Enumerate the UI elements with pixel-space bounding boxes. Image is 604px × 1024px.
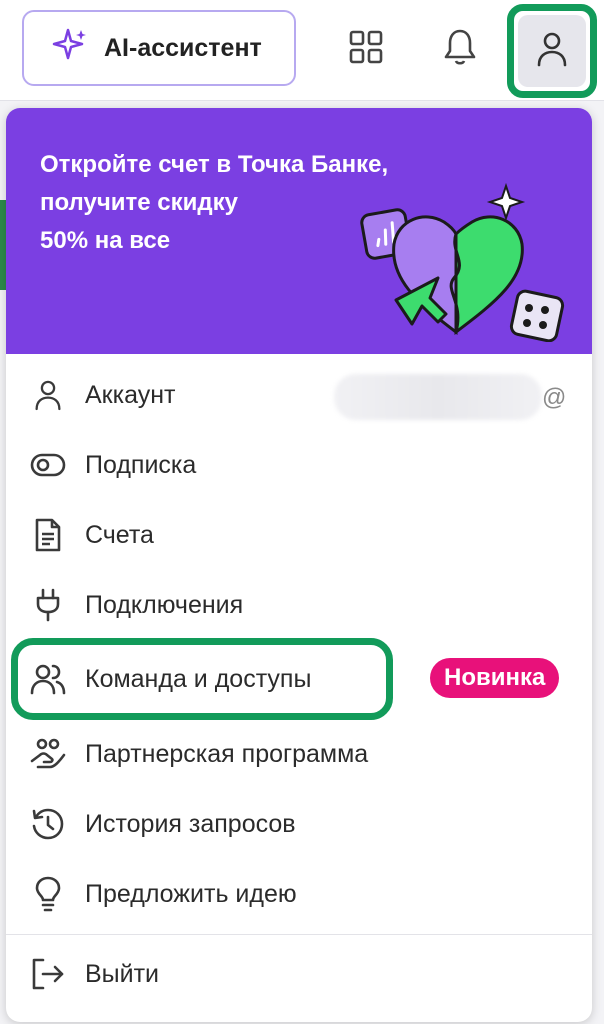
account-email-suffix: @	[542, 384, 567, 411]
subscription-toggle-icon	[28, 445, 68, 485]
user-icon	[28, 375, 68, 415]
sparkle-icon	[50, 26, 90, 71]
menu-item-partner-program[interactable]: Партнерская программа	[6, 722, 592, 786]
promo-banner[interactable]: Откройте счет в Точка Банке, получите ск…	[6, 108, 592, 354]
lightbulb-icon	[28, 874, 68, 914]
logout-icon	[28, 954, 68, 994]
menu-item-label: Команда и доступы	[85, 664, 312, 693]
menu-item-logout[interactable]: Выйти	[6, 942, 592, 1006]
menu-item-label: История запросов	[85, 809, 296, 838]
ai-assistant-button[interactable]: AI-ассистент	[22, 10, 296, 86]
menu-item-label: Аккаунт	[85, 380, 176, 409]
menu-item-label: Подключения	[85, 590, 244, 619]
promo-line-1: Откройте счет в Точка Банке,	[40, 151, 389, 178]
partner-handshake-icon	[28, 734, 68, 774]
menu-item-label: Предложить идею	[85, 879, 297, 908]
menu-item-label: Подписка	[85, 450, 197, 479]
profile-button[interactable]	[518, 15, 586, 87]
team-icon	[28, 659, 68, 699]
user-icon	[536, 31, 568, 72]
account-email-blurred	[334, 374, 542, 420]
plug-icon	[28, 585, 68, 625]
new-badge: Новинка	[430, 658, 560, 698]
menu-item-suggest-idea[interactable]: Предложить идею	[6, 862, 592, 926]
menu-item-label: Выйти	[85, 959, 160, 988]
profile-highlight	[507, 4, 597, 98]
profile-dropdown-menu: Откройте счет в Точка Банке, получите ск…	[6, 108, 592, 1022]
promo-heart-puzzle-illustration	[360, 182, 565, 342]
apps-button[interactable]	[336, 14, 396, 84]
menu-item-connections[interactable]: Подключения	[6, 573, 592, 637]
document-icon	[28, 515, 68, 555]
history-icon	[28, 804, 68, 844]
ai-assistant-label: AI-ассистент	[104, 33, 262, 62]
header-divider	[0, 100, 604, 101]
menu-item-subscription[interactable]: Подписка	[6, 433, 592, 497]
menu-item-invoices[interactable]: Счета	[6, 503, 592, 567]
menu-item-label: Партнерская программа	[85, 739, 369, 768]
bell-icon	[442, 27, 478, 72]
menu-divider	[6, 934, 592, 935]
menu-item-label: Счета	[85, 520, 154, 549]
notifications-button[interactable]	[430, 14, 490, 84]
top-bar: AI-ассистент	[0, 0, 604, 100]
apps-grid-icon	[348, 29, 384, 70]
menu-item-request-history[interactable]: История запросов	[6, 792, 592, 856]
